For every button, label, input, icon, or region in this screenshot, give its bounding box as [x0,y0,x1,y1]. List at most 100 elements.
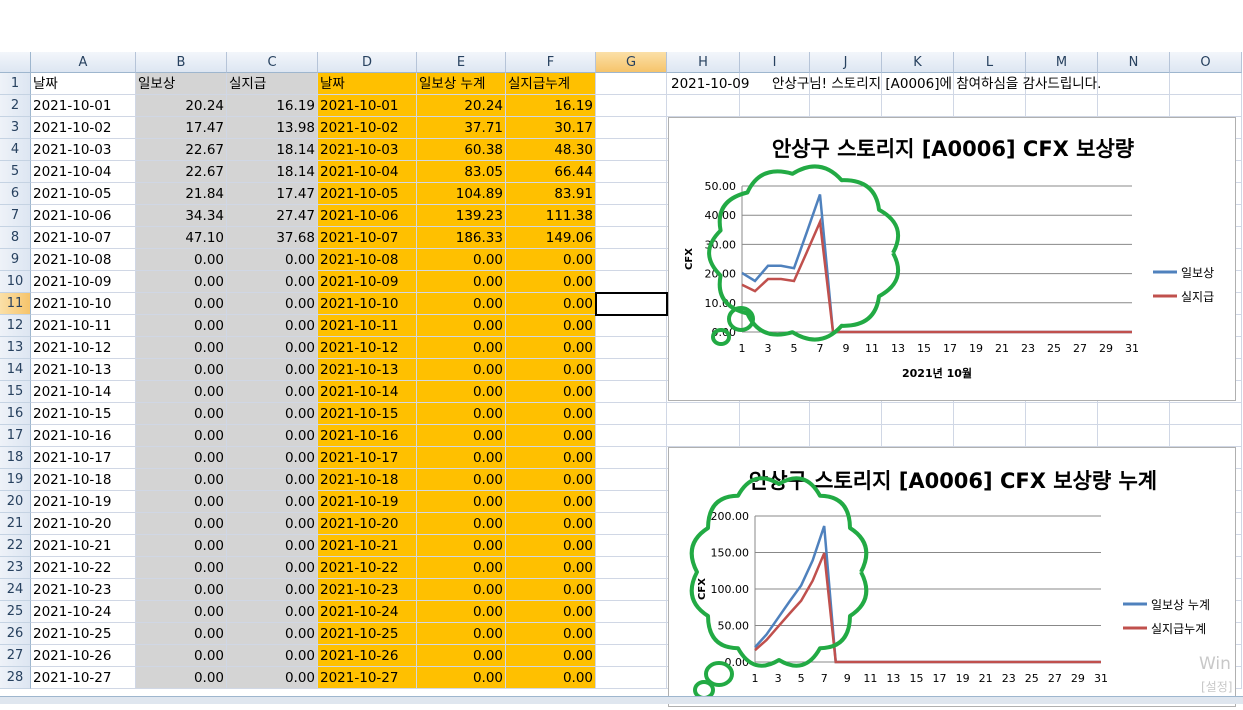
cell-g15[interactable] [596,381,667,403]
cell-a19[interactable]: 2021-10-18 [31,469,136,491]
cell-b15[interactable]: 0.00 [136,381,227,403]
cell-g18[interactable] [596,447,667,469]
cell-a4[interactable]: 2021-10-03 [31,139,136,161]
cell-c27[interactable]: 0.00 [227,645,318,667]
cell-d19[interactable]: 2021-10-18 [318,469,417,491]
cell-g28[interactable] [596,667,667,689]
header-cell-f[interactable]: 실지급누계 [506,73,596,95]
row-header-8[interactable]: 8 [0,227,31,249]
cell-b14[interactable]: 0.00 [136,359,227,381]
cell-f5[interactable]: 66.44 [506,161,596,183]
cell-d5[interactable]: 2021-10-04 [318,161,417,183]
cell-f28[interactable]: 0.00 [506,667,596,689]
cell-d16[interactable]: 2021-10-15 [318,403,417,425]
cell-c2[interactable]: 16.19 [227,95,318,117]
cell-g16[interactable] [596,403,667,425]
cell-c3[interactable]: 13.98 [227,117,318,139]
cell-a13[interactable]: 2021-10-12 [31,337,136,359]
cell-d14[interactable]: 2021-10-13 [318,359,417,381]
cell-m17[interactable] [1026,425,1098,447]
row-header-1[interactable]: 1 [0,73,31,95]
row-header-21[interactable]: 21 [0,513,31,535]
column-header-f[interactable]: F [506,52,596,73]
cell-c20[interactable]: 0.00 [227,491,318,513]
cell-f10[interactable]: 0.00 [506,271,596,293]
cell-d28[interactable]: 2021-10-27 [318,667,417,689]
cell-f20[interactable]: 0.00 [506,491,596,513]
cell-a3[interactable]: 2021-10-02 [31,117,136,139]
cell-b4[interactable]: 22.67 [136,139,227,161]
cell-a26[interactable]: 2021-10-25 [31,623,136,645]
row-header-13[interactable]: 13 [0,337,31,359]
cell-c23[interactable]: 0.00 [227,557,318,579]
cell-c18[interactable]: 0.00 [227,447,318,469]
cell-b28[interactable]: 0.00 [136,667,227,689]
cell-e22[interactable]: 0.00 [417,535,506,557]
cell-g27[interactable] [596,645,667,667]
row-header-15[interactable]: 15 [0,381,31,403]
cell-e12[interactable]: 0.00 [417,315,506,337]
cell-b7[interactable]: 34.34 [136,205,227,227]
cell-d6[interactable]: 2021-10-05 [318,183,417,205]
cell-b10[interactable]: 0.00 [136,271,227,293]
cell-e18[interactable]: 0.00 [417,447,506,469]
cell-d20[interactable]: 2021-10-19 [318,491,417,513]
cell-l16[interactable] [954,403,1026,425]
cell-d21[interactable]: 2021-10-20 [318,513,417,535]
row-header-27[interactable]: 27 [0,645,31,667]
cell-c6[interactable]: 17.47 [227,183,318,205]
cell-b2[interactable]: 20.24 [136,95,227,117]
cell-e13[interactable]: 0.00 [417,337,506,359]
cell-g26[interactable] [596,623,667,645]
cell-a9[interactable]: 2021-10-08 [31,249,136,271]
cell-e9[interactable]: 0.00 [417,249,506,271]
cell-b24[interactable]: 0.00 [136,579,227,601]
row-header-11[interactable]: 11 [0,293,31,315]
cell-d18[interactable]: 2021-10-17 [318,447,417,469]
cell-d7[interactable]: 2021-10-06 [318,205,417,227]
cell-c7[interactable]: 27.47 [227,205,318,227]
cell-g1[interactable] [596,73,667,95]
cell-g9[interactable] [596,249,667,271]
cell-e16[interactable]: 0.00 [417,403,506,425]
header-cell-a[interactable]: 날짜 [31,73,136,95]
column-header-d[interactable]: D [318,52,417,73]
cell-i16[interactable] [740,403,810,425]
header-cell-d[interactable]: 날짜 [318,73,417,95]
cell-d27[interactable]: 2021-10-26 [318,645,417,667]
cell-n2[interactable] [1098,95,1170,117]
cell-g8[interactable] [596,227,667,249]
cell-b6[interactable]: 21.84 [136,183,227,205]
cell-e24[interactable]: 0.00 [417,579,506,601]
row-header-14[interactable]: 14 [0,359,31,381]
cell-c11[interactable]: 0.00 [227,293,318,315]
cell-d10[interactable]: 2021-10-09 [318,271,417,293]
cell-k17[interactable] [882,425,954,447]
cell-b21[interactable]: 0.00 [136,513,227,535]
row-header-4[interactable]: 4 [0,139,31,161]
cell-c14[interactable]: 0.00 [227,359,318,381]
cell-j17[interactable] [810,425,882,447]
cell-o16[interactable] [1170,403,1242,425]
column-header-i[interactable]: I [740,52,810,73]
cell-a11[interactable]: 2021-10-10 [31,293,136,315]
column-header-m[interactable]: M [1026,52,1098,73]
cell-e10[interactable]: 0.00 [417,271,506,293]
cumulative-chart[interactable]: 안상구 스토리지 [A0006] CFX 보상량 누계 0.00 50.00 100.… [668,447,1236,707]
cell-g6[interactable] [596,183,667,205]
column-header-j[interactable]: J [810,52,882,73]
cell-j16[interactable] [810,403,882,425]
cell-b8[interactable]: 47.10 [136,227,227,249]
cell-b23[interactable]: 0.00 [136,557,227,579]
cell-a18[interactable]: 2021-10-17 [31,447,136,469]
cell-d25[interactable]: 2021-10-24 [318,601,417,623]
cell-h2[interactable] [667,95,740,117]
cell-b26[interactable]: 0.00 [136,623,227,645]
cell-a22[interactable]: 2021-10-21 [31,535,136,557]
column-header-c[interactable]: C [227,52,318,73]
cell-d9[interactable]: 2021-10-08 [318,249,417,271]
cell-o1[interactable] [1170,73,1242,95]
column-header-g[interactable]: G [596,52,667,73]
cell-b27[interactable]: 0.00 [136,645,227,667]
cell-e8[interactable]: 186.33 [417,227,506,249]
